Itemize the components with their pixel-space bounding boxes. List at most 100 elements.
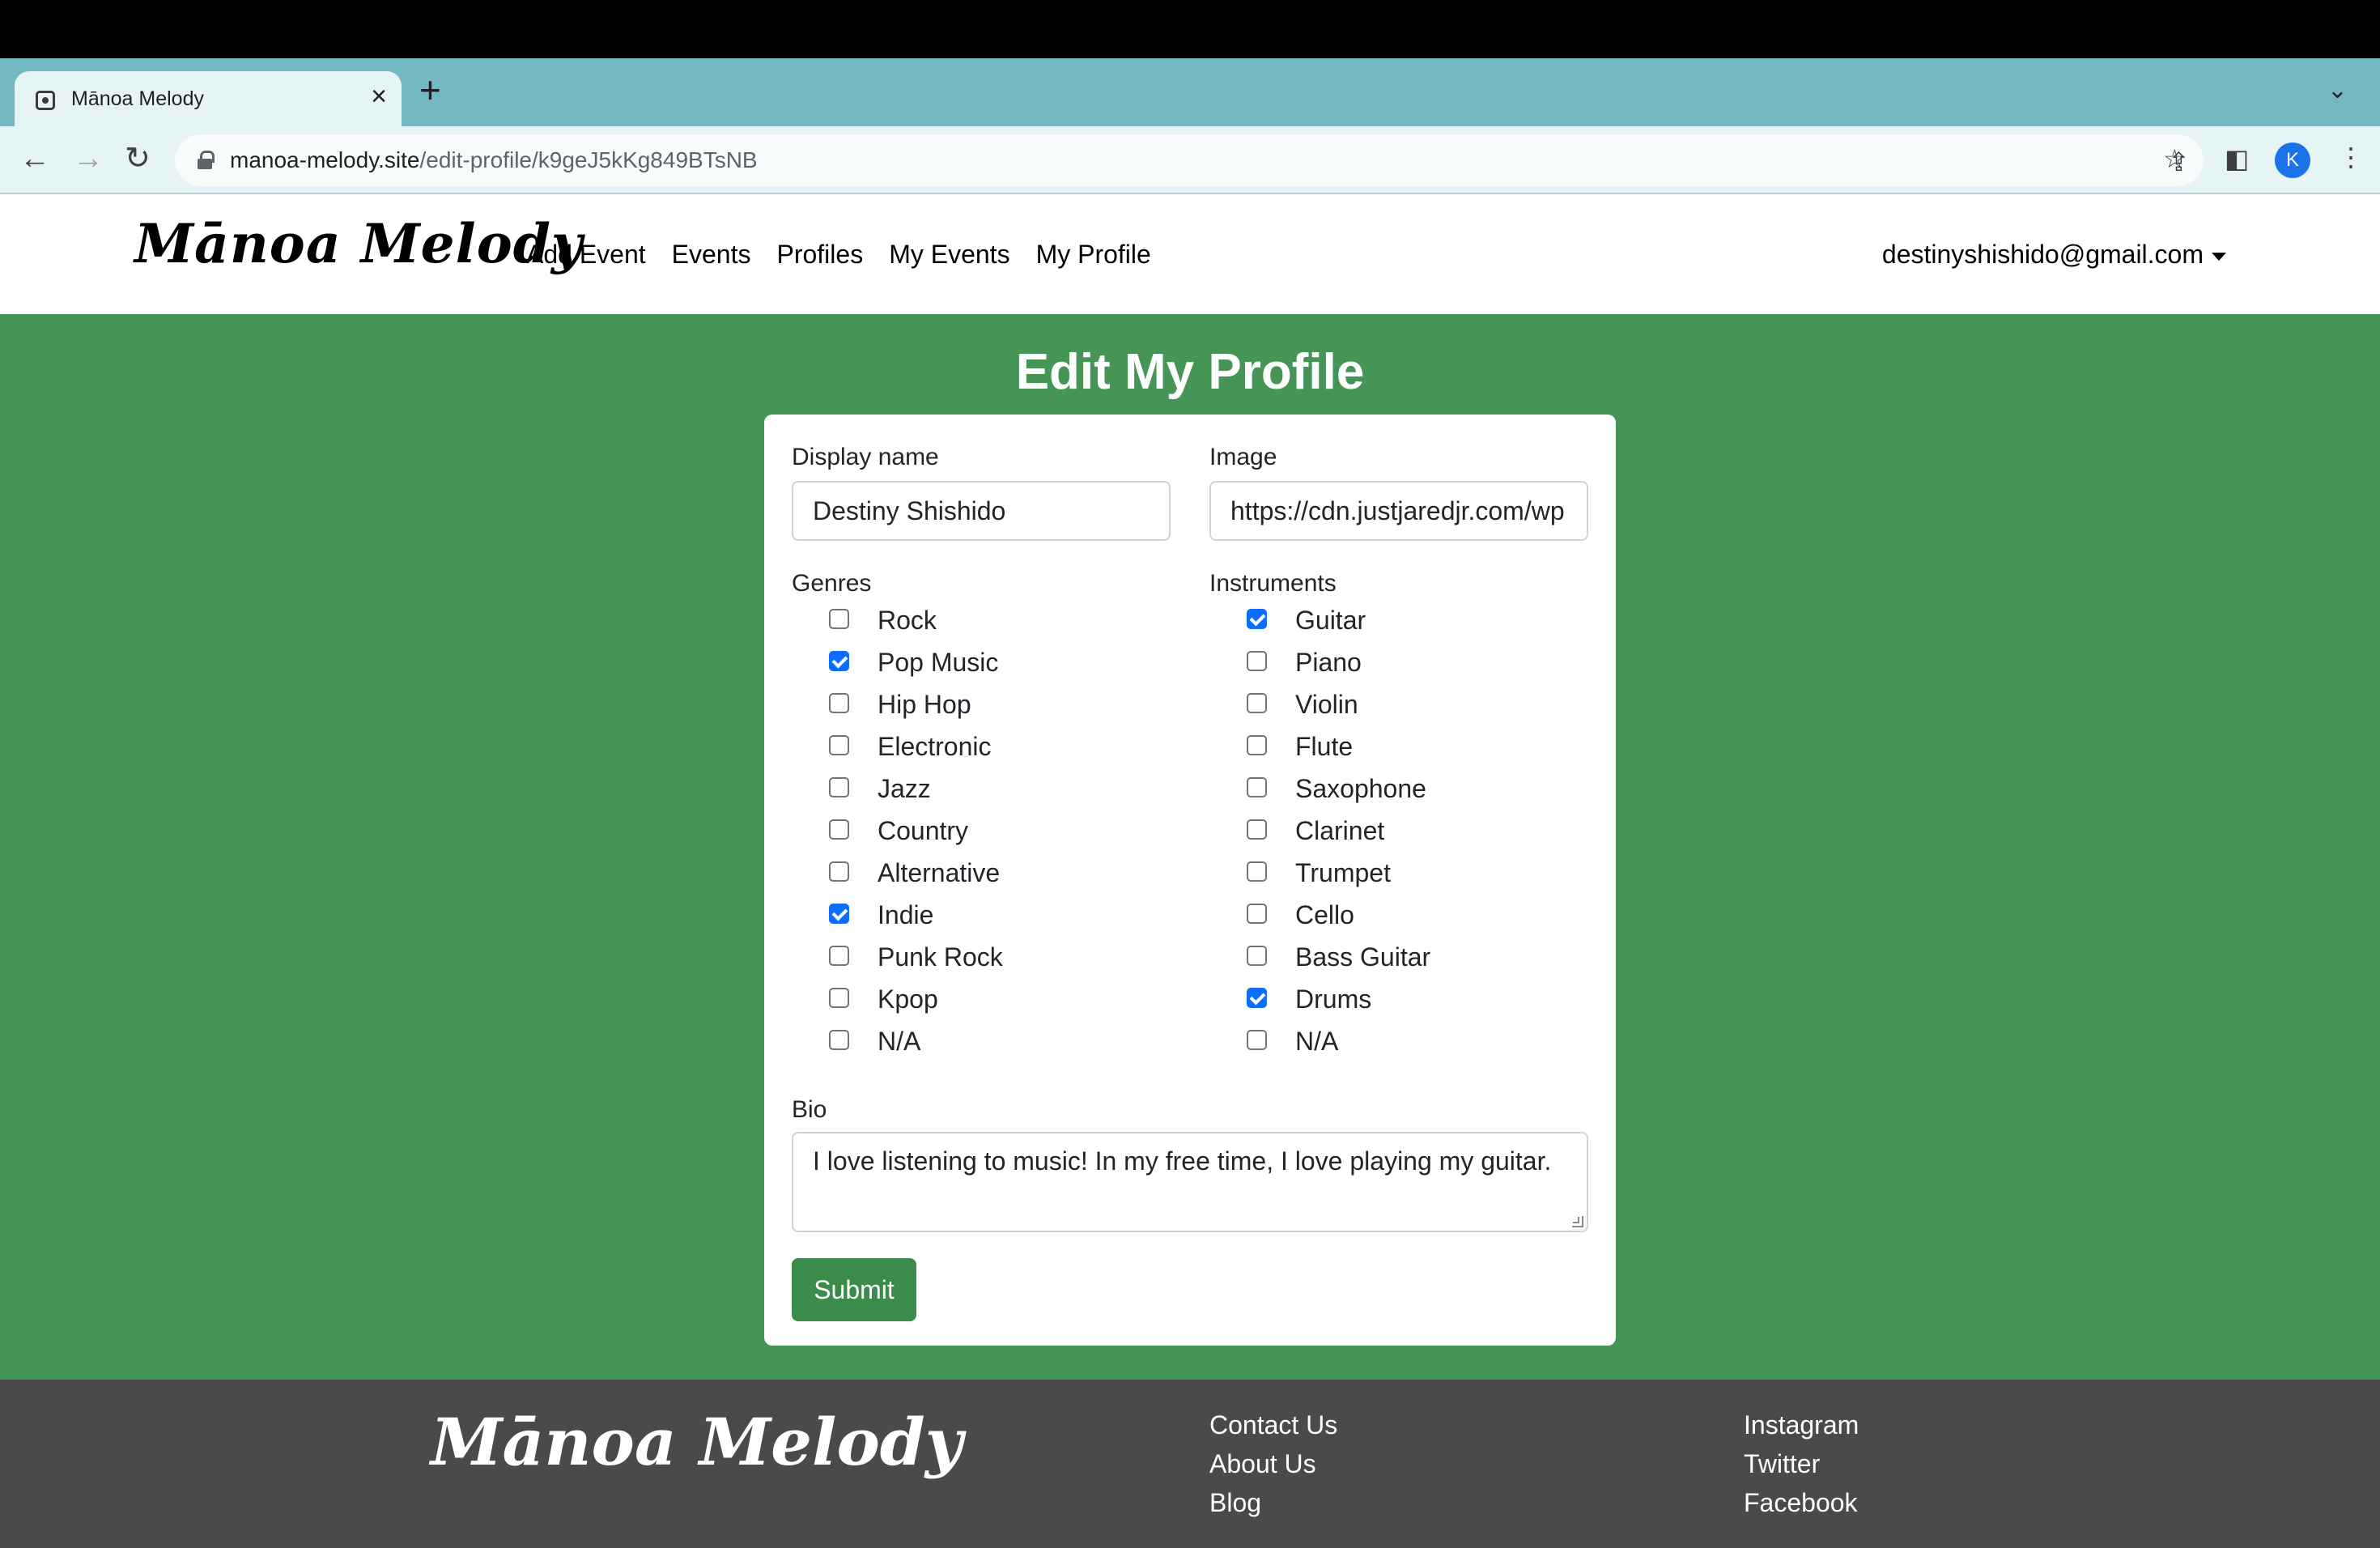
genre-checkbox[interactable]: [829, 1030, 849, 1050]
reload-icon[interactable]: ↻: [125, 141, 151, 176]
genre-checkbox-row[interactable]: Alternative: [829, 857, 1169, 889]
instrument-checkbox-row[interactable]: Flute: [1247, 730, 1587, 763]
submit-button[interactable]: Submit: [792, 1258, 916, 1321]
bookmark-star-icon[interactable]: ☆: [2163, 142, 2187, 175]
genre-checkbox-label[interactable]: N/A: [878, 1025, 920, 1057]
footer-contact-us[interactable]: Contact Us: [1209, 1406, 1337, 1444]
instrument-checkbox-row[interactable]: N/A: [1247, 1025, 1587, 1057]
footer-facebook[interactable]: Facebook: [1744, 1483, 1859, 1522]
instrument-checkbox[interactable]: [1247, 819, 1267, 840]
close-tab-icon[interactable]: ×: [371, 83, 387, 110]
genre-checkbox[interactable]: [829, 819, 849, 840]
genre-checkbox[interactable]: [829, 609, 849, 629]
instrument-checkbox-row[interactable]: Bass Guitar: [1247, 941, 1587, 973]
genre-checkbox[interactable]: [829, 988, 849, 1008]
instrument-checkbox-row[interactable]: Guitar: [1247, 604, 1587, 636]
genre-checkbox-label[interactable]: Rock: [878, 604, 937, 636]
genre-checkbox-row[interactable]: Country: [829, 814, 1169, 847]
instrument-checkbox-label[interactable]: Cello: [1295, 899, 1354, 931]
address-bar[interactable]: manoa-melody.site/edit-profile/k9geJ5kKg…: [175, 134, 2204, 186]
genre-checkbox-row[interactable]: N/A: [829, 1025, 1169, 1057]
instrument-checkbox[interactable]: [1247, 1030, 1267, 1050]
genre-checkbox-row[interactable]: Jazz: [829, 772, 1169, 805]
genre-checkbox-label[interactable]: Kpop: [878, 983, 938, 1015]
profile-avatar[interactable]: K: [2275, 142, 2310, 178]
instrument-checkbox-label[interactable]: Saxophone: [1295, 772, 1426, 805]
genre-checkbox-label[interactable]: Country: [878, 814, 968, 847]
image-label: Image: [1209, 444, 1277, 470]
tab-title: Mānoa Melody: [71, 87, 204, 110]
tab-search-chevron-icon[interactable]: ⌄: [2327, 76, 2348, 104]
genre-checkbox[interactable]: [829, 946, 849, 966]
genre-checkbox-label[interactable]: Jazz: [878, 772, 931, 805]
instrument-checkbox[interactable]: [1247, 861, 1267, 882]
instrument-checkbox[interactable]: [1247, 693, 1267, 713]
genre-checkbox-label[interactable]: Alternative: [878, 857, 1000, 889]
genre-checkbox[interactable]: [829, 651, 849, 671]
resize-handle-icon[interactable]: [1572, 1216, 1583, 1227]
footer-brand-logo: Mānoa Melody: [431, 1404, 963, 1480]
forward-icon[interactable]: →: [73, 141, 104, 176]
instrument-checkbox[interactable]: [1247, 988, 1267, 1008]
genre-checkbox-row[interactable]: Rock: [829, 604, 1169, 636]
instrument-checkbox[interactable]: [1247, 904, 1267, 924]
genre-checkbox-label[interactable]: Electronic: [878, 730, 992, 763]
genre-checkbox[interactable]: [829, 735, 849, 755]
instrument-checkbox-row[interactable]: Clarinet: [1247, 814, 1587, 847]
instrument-checkbox[interactable]: [1247, 651, 1267, 671]
instrument-checkbox-label[interactable]: Guitar: [1295, 604, 1366, 636]
instrument-checkbox-label[interactable]: Clarinet: [1295, 814, 1384, 847]
instrument-checkbox-row[interactable]: Cello: [1247, 899, 1587, 931]
genre-checkbox-row[interactable]: Punk Rock: [829, 941, 1169, 973]
footer-instagram[interactable]: Instagram: [1744, 1406, 1859, 1444]
nav-profiles[interactable]: Profiles: [776, 240, 863, 270]
site-navbar: Mānoa Melody Add Event Events Profiles M…: [0, 194, 2380, 314]
user-dropdown[interactable]: destinyshishido@gmail.com: [1882, 240, 2226, 270]
nav-add-event[interactable]: Add Event: [526, 240, 646, 270]
genre-checkbox[interactable]: [829, 777, 849, 797]
browser-tab[interactable]: Mānoa Melody ×: [15, 71, 402, 126]
instrument-checkbox-label[interactable]: Bass Guitar: [1295, 941, 1430, 973]
instrument-checkbox[interactable]: [1247, 946, 1267, 966]
instrument-checkbox-row[interactable]: Piano: [1247, 646, 1587, 678]
nav-my-profile[interactable]: My Profile: [1036, 240, 1151, 270]
instrument-checkbox-row[interactable]: Saxophone: [1247, 772, 1587, 805]
instrument-checkbox-label[interactable]: Trumpet: [1295, 857, 1391, 889]
nav-events[interactable]: Events: [672, 240, 751, 270]
instrument-checkbox-row[interactable]: Drums: [1247, 983, 1587, 1015]
instrument-checkbox-label[interactable]: Piano: [1295, 646, 1362, 678]
image-url-input[interactable]: https://cdn.justjaredjr.com/wp: [1209, 481, 1588, 541]
footer-twitter[interactable]: Twitter: [1744, 1444, 1859, 1483]
genre-checkbox-row[interactable]: Pop Music: [829, 646, 1169, 678]
side-panel-icon[interactable]: ◧: [2225, 142, 2249, 175]
genre-checkbox-label[interactable]: Punk Rock: [878, 941, 1003, 973]
instrument-checkbox[interactable]: [1247, 777, 1267, 797]
instrument-checkbox-label[interactable]: N/A: [1295, 1025, 1338, 1057]
genre-checkbox[interactable]: [829, 904, 849, 924]
genre-checkbox[interactable]: [829, 861, 849, 882]
nav-my-events[interactable]: My Events: [889, 240, 1009, 270]
instrument-checkbox[interactable]: [1247, 609, 1267, 629]
footer-blog[interactable]: Blog: [1209, 1483, 1337, 1522]
genre-checkbox[interactable]: [829, 693, 849, 713]
footer-about-us[interactable]: About Us: [1209, 1444, 1337, 1483]
genre-checkbox-row[interactable]: Kpop: [829, 983, 1169, 1015]
genre-checkbox-label[interactable]: Pop Music: [878, 646, 998, 678]
instrument-checkbox-row[interactable]: Trumpet: [1247, 857, 1587, 889]
brand-logo[interactable]: Mānoa Melody: [134, 212, 583, 275]
instrument-checkbox-label[interactable]: Drums: [1295, 983, 1371, 1015]
instrument-checkbox-label[interactable]: Violin: [1295, 688, 1358, 721]
genre-checkbox-row[interactable]: Electronic: [829, 730, 1169, 763]
instrument-checkbox-row[interactable]: Violin: [1247, 688, 1587, 721]
genre-checkbox-label[interactable]: Indie: [878, 899, 933, 931]
kebab-menu-icon[interactable]: ⋮: [2338, 141, 2364, 173]
genre-checkbox-label[interactable]: Hip Hop: [878, 688, 971, 721]
bio-textarea[interactable]: I love listening to music! In my free ti…: [792, 1132, 1588, 1232]
new-tab-icon[interactable]: +: [419, 71, 441, 108]
back-icon[interactable]: ←: [19, 141, 50, 176]
display-name-input[interactable]: Destiny Shishido: [792, 481, 1171, 541]
instrument-checkbox[interactable]: [1247, 735, 1267, 755]
genre-checkbox-row[interactable]: Indie: [829, 899, 1169, 931]
genre-checkbox-row[interactable]: Hip Hop: [829, 688, 1169, 721]
instrument-checkbox-label[interactable]: Flute: [1295, 730, 1353, 763]
